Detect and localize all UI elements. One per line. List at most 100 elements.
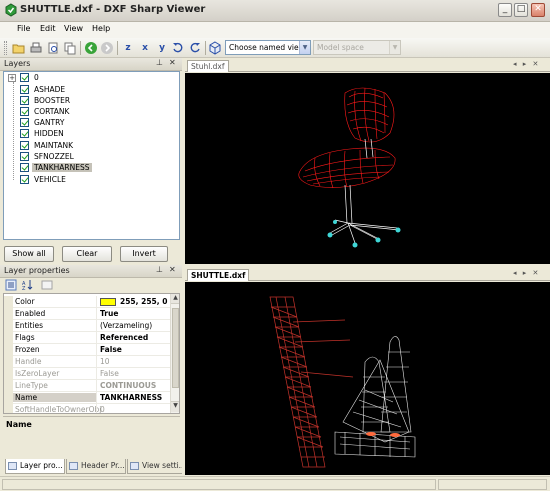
print-icon[interactable] [29, 41, 43, 55]
row-gutter [4, 320, 13, 332]
viewport-shuttle[interactable] [185, 282, 550, 475]
forward-icon[interactable] [100, 41, 114, 55]
checkbox[interactable] [20, 129, 29, 138]
tab-label: Layer pro... [20, 461, 63, 470]
layer-item[interactable]: ASHADE [20, 84, 67, 95]
document-tab-strip: Stuhl.dxf ◂ ▸ ✕ [185, 59, 550, 72]
clear-button[interactable]: Clear [62, 246, 112, 262]
property-name: Handle [15, 357, 42, 366]
color-swatch [100, 298, 116, 306]
open-folder-icon[interactable] [12, 41, 26, 55]
tab-stuhl[interactable]: Stuhl.dxf [187, 60, 229, 72]
tab-layer-properties[interactable]: Layer pro... [5, 459, 65, 474]
close-button[interactable]: ✕ [531, 3, 545, 17]
checkbox[interactable] [20, 107, 29, 116]
tab-label: View setti... [142, 461, 184, 470]
property-row[interactable]: Flags Referenced [4, 332, 170, 344]
categorized-icon[interactable] [5, 279, 17, 291]
property-pages-icon[interactable] [41, 279, 53, 291]
property-row[interactable]: Entities (Verzameling) [4, 320, 170, 332]
checkbox[interactable] [20, 96, 29, 105]
checkbox[interactable] [20, 73, 29, 82]
scroll-up-icon[interactable]: ▲ [171, 294, 179, 304]
rotate-right-icon[interactable] [188, 41, 202, 55]
property-row[interactable]: Enabled True [4, 308, 170, 320]
property-row[interactable]: SoftHandleToOwnerObj 0 [4, 404, 170, 413]
property-row[interactable]: Color 255, 255, 0 [4, 296, 170, 308]
tab-shuttle[interactable]: SHUTTLE.dxf [187, 269, 250, 281]
menu-edit[interactable]: Edit [40, 24, 56, 33]
row-gutter [4, 356, 13, 368]
property-grid[interactable]: Color 255, 255, 0 Enabled True Entities … [3, 293, 180, 414]
menu-help[interactable]: Help [92, 24, 110, 33]
sort-alphabetical-icon[interactable]: AZ [22, 279, 34, 291]
property-row[interactable]: LineType CONTINUOUS [4, 380, 170, 392]
property-row-selected[interactable]: Name TANKHARNESS [4, 392, 170, 404]
property-row[interactable]: IsZeroLayer False [4, 368, 170, 380]
view-y-icon[interactable]: y [155, 41, 169, 55]
pin-icon[interactable]: ⊥ [156, 58, 163, 67]
layer-item[interactable]: GANTRY [20, 117, 66, 128]
row-gutter [4, 332, 13, 344]
panel-close-icon[interactable]: ✕ [169, 58, 176, 67]
document-controls[interactable]: ◂ ▸ ✕ [513, 60, 540, 68]
pin-icon[interactable]: ⊥ [156, 265, 163, 274]
checkbox[interactable] [20, 175, 29, 184]
minimize-button[interactable]: _ [498, 3, 512, 17]
app-icon [5, 3, 17, 17]
expand-icon[interactable]: + [8, 74, 16, 82]
layer-item[interactable]: CORTANK [20, 106, 71, 117]
property-name: Enabled [15, 309, 46, 318]
layer-item[interactable]: HIDDEN [20, 128, 66, 139]
property-value: False [100, 345, 122, 354]
cube-view-icon[interactable] [208, 41, 222, 55]
scroll-thumb[interactable] [172, 308, 179, 388]
checkbox[interactable] [20, 141, 29, 150]
column-divider [96, 308, 97, 320]
toolbar: z x y Choose named view ▼ Model space ▼ [0, 38, 550, 58]
tree-root[interactable]: 0 [20, 72, 41, 83]
column-divider [96, 332, 97, 344]
layer-item[interactable]: VEHICLE [20, 174, 68, 185]
named-view-select[interactable]: Choose named view ▼ [225, 40, 311, 55]
print-preview-icon[interactable] [46, 41, 60, 55]
checkbox[interactable] [20, 85, 29, 94]
invert-button[interactable]: Invert [120, 246, 168, 262]
grid-icon [69, 462, 78, 470]
viewport-stuhl[interactable] [185, 73, 550, 264]
layer-label: ASHADE [34, 85, 66, 94]
view-z-icon[interactable]: z [121, 41, 135, 55]
view-x-icon[interactable]: x [138, 41, 152, 55]
space-select[interactable]: Model space ▼ [313, 40, 401, 55]
tab-header-properties[interactable]: Header Pr... [66, 459, 126, 474]
property-value: 10 [100, 357, 110, 366]
tab-view-settings[interactable]: View setti... [127, 459, 184, 474]
document-controls[interactable]: ◂ ▸ ✕ [513, 269, 540, 277]
toolbar-separator [205, 41, 206, 55]
copy-icon[interactable] [63, 41, 77, 55]
property-scrollbar[interactable]: ▲ ▼ [170, 294, 179, 413]
layer-item[interactable]: MAINTANK [20, 140, 75, 151]
chevron-down-icon: ▼ [299, 41, 310, 54]
show-all-button[interactable]: Show all [4, 246, 54, 262]
grid-icon [130, 462, 139, 470]
rotate-left-icon[interactable] [171, 41, 185, 55]
status-panel [438, 479, 547, 490]
checkbox[interactable] [20, 118, 29, 127]
scroll-down-icon[interactable]: ▼ [171, 401, 179, 412]
row-gutter [4, 380, 13, 392]
layer-item[interactable]: SFNOZZEL [20, 151, 76, 162]
back-icon[interactable] [84, 41, 98, 55]
menu-file[interactable]: File [17, 24, 30, 33]
layer-item-selected[interactable]: TANKHARNESS [20, 162, 92, 173]
property-row[interactable]: Frozen False [4, 344, 170, 356]
property-row[interactable]: Handle 10 [4, 356, 170, 368]
panel-close-icon[interactable]: ✕ [169, 265, 176, 274]
checkbox[interactable] [20, 163, 29, 172]
layer-label: SFNOZZEL [34, 152, 74, 161]
column-divider [96, 296, 97, 308]
menu-view[interactable]: View [64, 24, 83, 33]
maximize-button[interactable]: □ [514, 3, 528, 17]
layer-item[interactable]: BOOSTER [20, 95, 72, 106]
checkbox[interactable] [20, 152, 29, 161]
